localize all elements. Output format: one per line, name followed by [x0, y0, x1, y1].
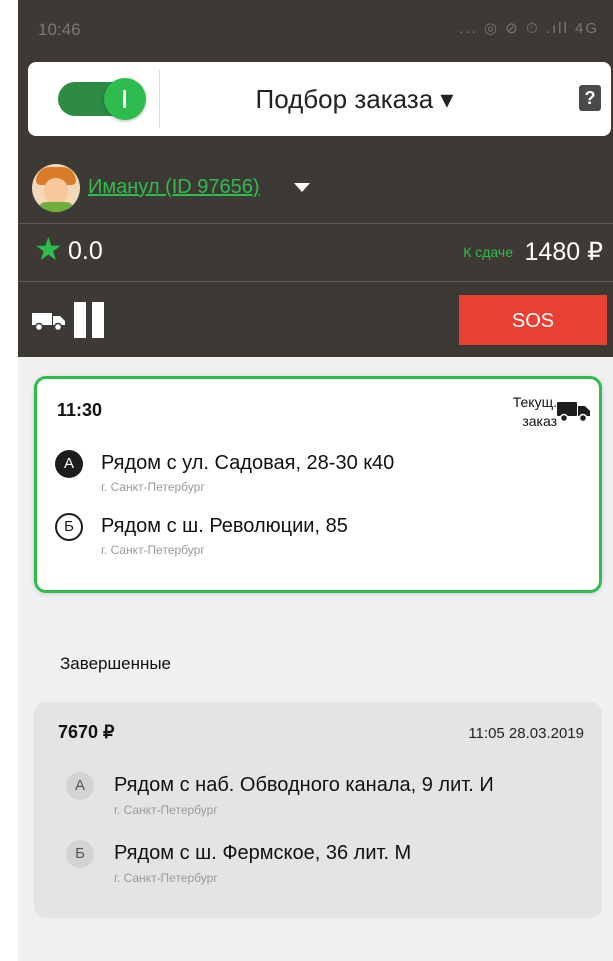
stop-address: Рядом с ш. Революции, 85 — [101, 515, 348, 537]
stop-address: Рядом с ш. Фермское, 36 лит. М — [114, 842, 412, 864]
toggle-knob — [104, 78, 146, 120]
truck-icon — [557, 402, 590, 423]
stop-address: Рядом с ул. Садовая, 28-30 к40 — [101, 452, 395, 474]
section-title-completed: Завершенные — [60, 654, 172, 673]
status-icons: ... ◎ ⊘ ⏱ .ıll 4G — [459, 20, 599, 37]
user-row: Иманул (ID 97656) — [18, 156, 613, 224]
completed-order-card[interactable]: 7670 ₽ 11:05 28.03.2019 А Рядом с наб. О… — [34, 702, 602, 918]
rating-row: ★ 0.0 К сдаче 1480 ₽ — [18, 225, 613, 281]
stop-marker-a: А — [55, 450, 83, 478]
stop-address: Рядом с наб. Обводного канала, 9 лит. И — [114, 774, 494, 796]
star-icon: ★ — [34, 231, 63, 267]
stop-marker-a: А — [66, 772, 94, 800]
divider — [159, 70, 160, 128]
stop-city: г. Санкт-Петербург — [101, 543, 205, 557]
order-status: Текущ. заказ — [513, 393, 557, 431]
order-time: 11:30 — [57, 400, 103, 420]
stop-marker-b: Б — [66, 840, 94, 868]
help-icon[interactable]: ? — [579, 85, 601, 111]
order-datetime: 11:05 28.03.2019 — [468, 725, 584, 742]
app-header: Подбор заказа ▾ ? Иманул (ID 97656) ★ 0.… — [18, 60, 613, 357]
stop-city: г. Санкт-Петербург — [114, 803, 218, 817]
phone-screen: 10:46 ... ◎ ⊘ ⏱ .ıll 4G Подбор заказа ▾ … — [18, 0, 613, 961]
rating-value: 0.0 — [68, 237, 103, 265]
sos-button[interactable]: SOS — [459, 295, 607, 345]
pause-icon[interactable] — [74, 302, 104, 338]
divider — [18, 223, 613, 224]
online-toggle[interactable] — [58, 78, 146, 120]
status-bar: 10:46 ... ◎ ⊘ ⏱ .ıll 4G — [18, 0, 613, 60]
stop-city: г. Санкт-Петербург — [114, 871, 218, 885]
truck-icon[interactable] — [32, 311, 66, 331]
mode-card: Подбор заказа ▾ ? — [28, 62, 611, 136]
stop-city: г. Санкт-Петербург — [101, 480, 205, 494]
stop-marker-b: Б — [55, 513, 83, 541]
status-line: Текущ. — [512, 394, 557, 410]
avatar[interactable] — [32, 164, 80, 212]
current-order-card[interactable]: 11:30 Текущ. заказ А Рядом с ул. Садовая… — [34, 376, 602, 593]
status-line: заказ — [522, 413, 557, 429]
change-amount: 1480 ₽ — [524, 238, 603, 266]
mode-selector[interactable]: Подбор заказа ▾ — [178, 84, 531, 115]
change-label: К сдаче — [463, 244, 513, 260]
user-name-link[interactable]: Иманул (ID 97656) — [88, 176, 260, 199]
divider — [18, 281, 613, 282]
order-price: 7670 ₽ — [58, 722, 115, 742]
status-time: 10:46 — [38, 20, 81, 39]
chevron-down-icon[interactable] — [294, 183, 310, 192]
